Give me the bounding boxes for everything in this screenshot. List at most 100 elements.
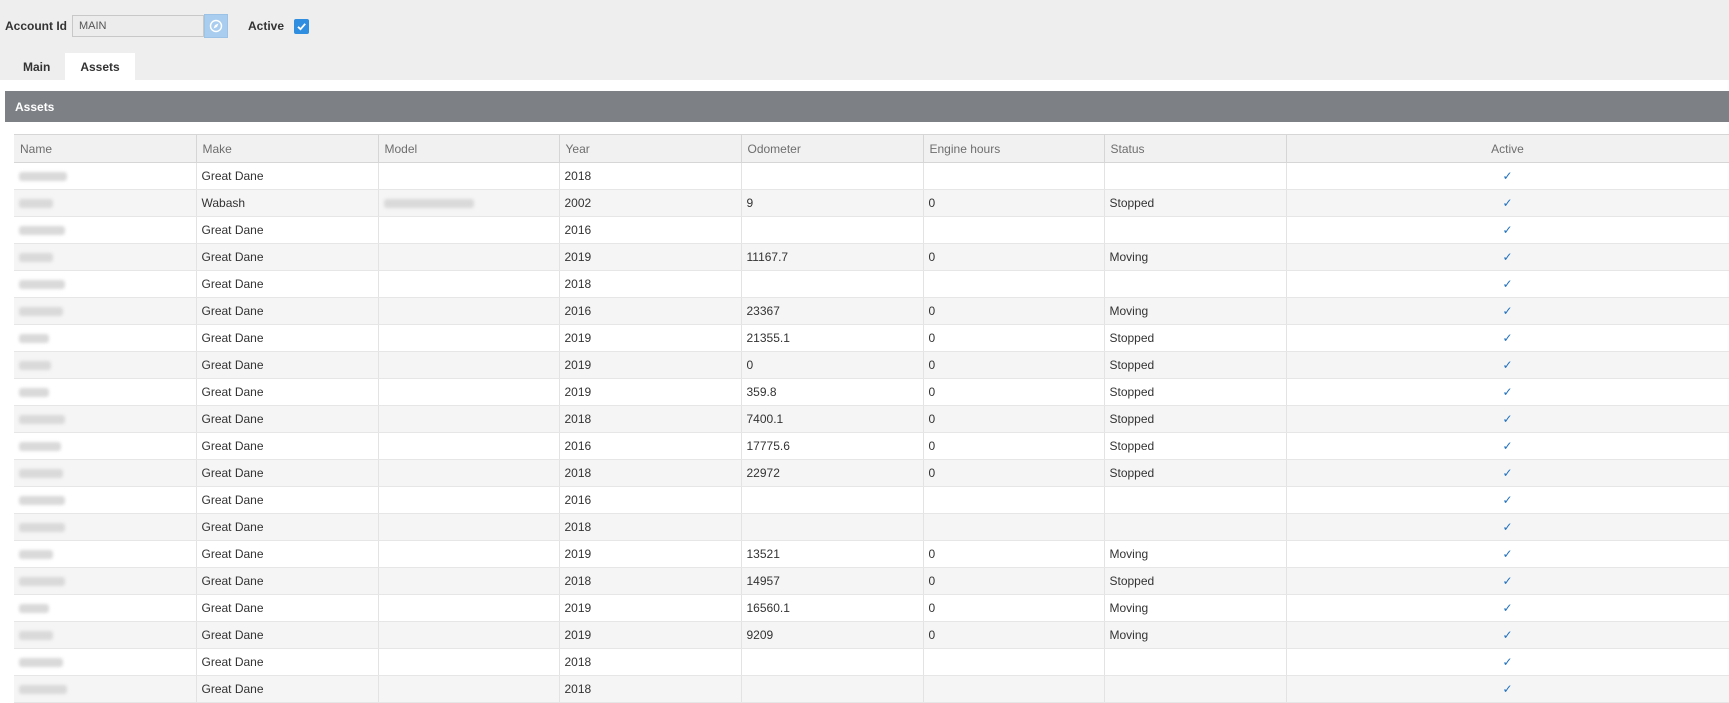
redacted-name: [19, 631, 53, 641]
checkmark-icon: ✓: [1502, 628, 1513, 642]
cell-odometer: [741, 270, 924, 298]
table-row[interactable]: Great Dane 2016 23367 0 Moving ✓: [14, 297, 1729, 325]
table-row[interactable]: Wabash 2002 9 0 Stopped ✓: [14, 189, 1729, 217]
cell-year: 2019: [559, 351, 742, 379]
cell-name: [14, 351, 197, 379]
column-header-name[interactable]: Name: [14, 134, 197, 163]
cell-year: 2016: [559, 297, 742, 325]
cell-make: Great Dane: [196, 216, 379, 244]
table-row[interactable]: Great Dane 2018 ✓: [14, 513, 1729, 541]
table-row[interactable]: Great Dane 2019 359.8 0 Stopped ✓: [14, 378, 1729, 406]
column-header-engine-hours[interactable]: Engine hours: [923, 134, 1105, 163]
table-row[interactable]: Great Dane 2018 ✓: [14, 648, 1729, 676]
active-label: Active: [248, 19, 285, 33]
cell-make: Great Dane: [196, 621, 379, 649]
column-header-make[interactable]: Make: [196, 134, 379, 163]
table-row[interactable]: Great Dane 2016 17775.6 0 Stopped ✓: [14, 432, 1729, 460]
cell-odometer: 9: [741, 189, 924, 217]
cell-year: 2002: [559, 189, 742, 217]
cell-model: [378, 594, 560, 622]
tab-main[interactable]: Main: [8, 53, 65, 80]
cell-active: ✓: [1286, 162, 1729, 190]
redacted-name: [19, 226, 65, 236]
cell-year: 2019: [559, 621, 742, 649]
column-header-status[interactable]: Status: [1104, 134, 1287, 163]
checkmark-icon: ✓: [1502, 520, 1513, 534]
cell-make: Great Dane: [196, 270, 379, 298]
cell-model: [378, 378, 560, 406]
cell-make: Great Dane: [196, 459, 379, 487]
cell-make: Great Dane: [196, 594, 379, 622]
cell-status: Stopped: [1104, 189, 1287, 217]
table-row[interactable]: Great Dane 2018 ✓: [14, 270, 1729, 298]
cell-odometer: 14957: [741, 567, 924, 595]
cell-model: [378, 216, 560, 244]
table-row[interactable]: Great Dane 2019 16560.1 0 Moving ✓: [14, 594, 1729, 622]
redacted-name: [19, 307, 63, 317]
checkmark-icon: ✓: [1502, 358, 1513, 372]
table-row[interactable]: Great Dane 2018 22972 0 Stopped ✓: [14, 459, 1729, 487]
lookup-button[interactable]: [204, 14, 228, 38]
cell-status: [1104, 270, 1287, 298]
table-row[interactable]: Great Dane 2019 0 0 Stopped ✓: [14, 351, 1729, 379]
table-row[interactable]: Great Dane 2019 11167.7 0 Moving ✓: [14, 243, 1729, 271]
checkmark-icon: ✓: [1502, 574, 1513, 588]
cell-engine-hours: [923, 162, 1105, 190]
cell-year: 2018: [559, 513, 742, 541]
cell-status: [1104, 486, 1287, 514]
cell-engine-hours: 0: [923, 567, 1105, 595]
cell-active: ✓: [1286, 459, 1729, 487]
redacted-name: [19, 172, 67, 182]
cell-model: [378, 459, 560, 487]
checkmark-icon: ✓: [1502, 547, 1513, 561]
table-row[interactable]: Great Dane 2016 ✓: [14, 486, 1729, 514]
cell-name: [14, 459, 197, 487]
cell-active: ✓: [1286, 351, 1729, 379]
account-id-input[interactable]: MAIN: [72, 15, 204, 37]
checkmark-icon: ✓: [1502, 196, 1513, 210]
cell-name: [14, 243, 197, 271]
cell-year: 2016: [559, 486, 742, 514]
tab-assets[interactable]: Assets: [65, 53, 135, 80]
cell-name: [14, 567, 197, 595]
table-row[interactable]: Great Dane 2019 21355.1 0 Stopped ✓: [14, 324, 1729, 352]
table-row[interactable]: Great Dane 2016 ✓: [14, 216, 1729, 244]
cell-odometer: 21355.1: [741, 324, 924, 352]
checkmark-icon: ✓: [1502, 385, 1513, 399]
cell-odometer: 13521: [741, 540, 924, 568]
cell-engine-hours: 0: [923, 189, 1105, 217]
checkmark-icon: ✓: [1502, 655, 1513, 669]
column-header-model[interactable]: Model: [378, 134, 560, 163]
column-header-odometer[interactable]: Odometer: [741, 134, 924, 163]
cell-year: 2019: [559, 243, 742, 271]
cell-year: 2018: [559, 162, 742, 190]
cell-odometer: [741, 162, 924, 190]
cell-odometer: 17775.6: [741, 432, 924, 460]
cell-status: [1104, 648, 1287, 676]
redacted-model: [383, 199, 474, 209]
cell-make: Great Dane: [196, 567, 379, 595]
table-row[interactable]: Great Dane 2018 ✓: [14, 162, 1729, 190]
compass-icon: [209, 19, 223, 33]
cell-year: 2018: [559, 648, 742, 676]
checkmark-icon: ✓: [1502, 601, 1513, 615]
table-row[interactable]: Great Dane 2018 14957 0 Stopped ✓: [14, 567, 1729, 595]
column-header-active[interactable]: Active: [1286, 134, 1729, 163]
redacted-name: [19, 523, 65, 533]
table-row[interactable]: Great Dane 2018 7400.1 0 Stopped ✓: [14, 405, 1729, 433]
cell-model: [378, 432, 560, 460]
table-row[interactable]: Great Dane 2019 13521 0 Moving ✓: [14, 540, 1729, 568]
cell-make: Wabash: [196, 189, 379, 217]
cell-odometer: [741, 648, 924, 676]
cell-make: Great Dane: [196, 432, 379, 460]
cell-make: Great Dane: [196, 540, 379, 568]
table-row[interactable]: Great Dane 2018 ✓: [14, 675, 1729, 703]
checkmark-icon: ✓: [1502, 304, 1513, 318]
cell-model: [378, 405, 560, 433]
table-row[interactable]: Great Dane 2019 9209 0 Moving ✓: [14, 621, 1729, 649]
column-header-year[interactable]: Year: [559, 134, 742, 163]
active-checkbox[interactable]: [294, 18, 310, 34]
cell-name: [14, 297, 197, 325]
cell-status: Stopped: [1104, 324, 1287, 352]
checkmark-icon: ✓: [1502, 682, 1513, 696]
